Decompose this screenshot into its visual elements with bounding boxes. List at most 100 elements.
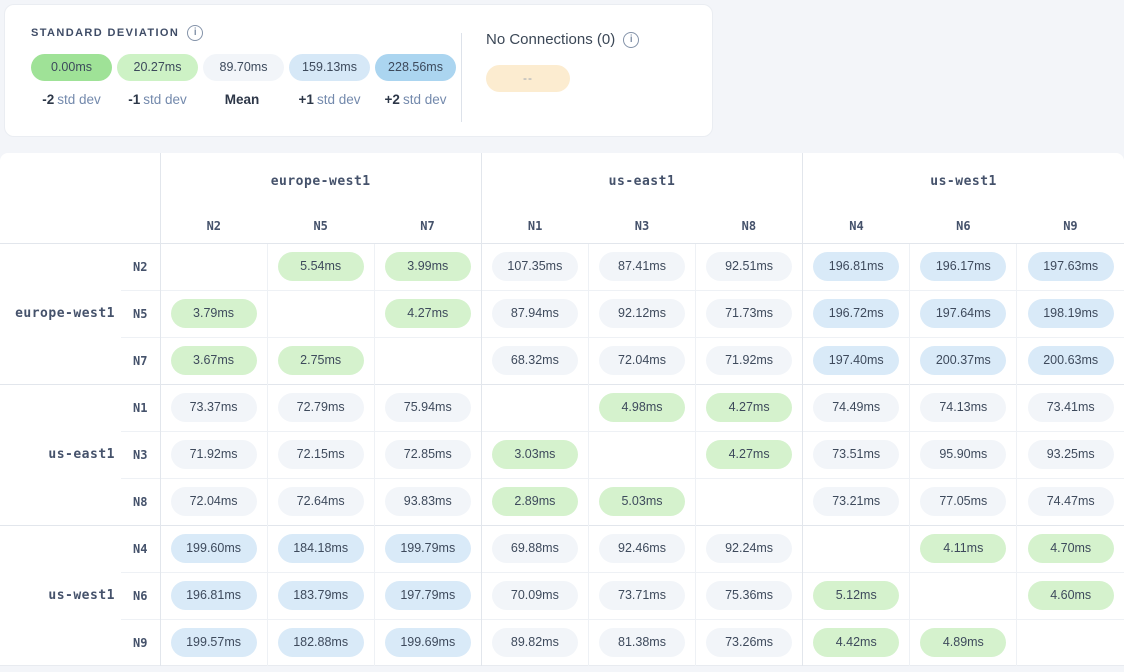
latency-pill[interactable]: 4.27ms bbox=[385, 299, 471, 328]
latency-pill[interactable]: 199.57ms bbox=[171, 628, 257, 657]
latency-cell-N2-N7: 3.99ms bbox=[374, 243, 481, 290]
info-icon[interactable]: i bbox=[623, 32, 639, 48]
latency-pill[interactable]: 107.35ms bbox=[492, 252, 578, 281]
latency-cell-N4-N6: 4.11ms bbox=[910, 525, 1017, 572]
latency-cell-N4-N3: 92.46ms bbox=[588, 525, 695, 572]
latency-pill[interactable]: 69.88ms bbox=[492, 534, 578, 563]
latency-cell-N1-N2: 73.37ms bbox=[160, 384, 267, 431]
latency-pill[interactable]: 74.49ms bbox=[813, 393, 899, 422]
latency-cell-N3-N8: 4.27ms bbox=[696, 431, 803, 478]
latency-pill[interactable]: 92.24ms bbox=[706, 534, 792, 563]
latency-pill[interactable]: 4.27ms bbox=[706, 440, 792, 469]
latency-pill[interactable]: 74.13ms bbox=[920, 393, 1006, 422]
row-region-header-us-west1: us-west1 bbox=[0, 525, 121, 666]
latency-pill[interactable]: 4.89ms bbox=[920, 628, 1006, 657]
latency-cell-N5-N3: 92.12ms bbox=[588, 290, 695, 337]
latency-pill[interactable]: 4.11ms bbox=[920, 534, 1006, 563]
latency-pill[interactable]: 71.92ms bbox=[706, 346, 792, 375]
latency-pill[interactable]: 184.18ms bbox=[278, 534, 364, 563]
latency-pill[interactable]: 3.99ms bbox=[385, 252, 471, 281]
latency-cell-N8-N1: 2.89ms bbox=[481, 478, 588, 525]
latency-pill[interactable]: 72.15ms bbox=[278, 440, 364, 469]
latency-pill[interactable]: 197.40ms bbox=[813, 346, 899, 375]
latency-pill[interactable]: 71.92ms bbox=[171, 440, 257, 469]
latency-pill[interactable]: 4.27ms bbox=[706, 393, 792, 422]
latency-pill[interactable]: 199.69ms bbox=[385, 628, 471, 657]
column-node-header-N7: N7 bbox=[374, 210, 481, 243]
row-node-header-N6: N6 bbox=[121, 572, 160, 619]
latency-cell-N4-N4 bbox=[803, 525, 910, 572]
latency-pill[interactable]: 72.85ms bbox=[385, 440, 471, 469]
latency-matrix-card: europe-west1us-east1us-west1N2N5N7N1N3N8… bbox=[0, 153, 1124, 666]
latency-pill[interactable]: 87.41ms bbox=[599, 252, 685, 281]
latency-pill[interactable]: 4.60ms bbox=[1028, 581, 1114, 610]
latency-pill[interactable]: 75.94ms bbox=[385, 393, 471, 422]
latency-pill[interactable]: 95.90ms bbox=[920, 440, 1006, 469]
latency-cell-N1-N4: 74.49ms bbox=[803, 384, 910, 431]
latency-pill[interactable]: 3.03ms bbox=[492, 440, 578, 469]
latency-cell-N1-N8: 4.27ms bbox=[696, 384, 803, 431]
latency-pill[interactable]: 183.79ms bbox=[278, 581, 364, 610]
latency-pill[interactable]: 72.64ms bbox=[278, 487, 364, 516]
latency-pill[interactable]: 75.36ms bbox=[706, 581, 792, 610]
latency-pill[interactable]: 93.25ms bbox=[1028, 440, 1114, 469]
latency-pill[interactable]: 72.79ms bbox=[278, 393, 364, 422]
latency-pill[interactable]: 197.64ms bbox=[920, 299, 1006, 328]
latency-pill[interactable]: 93.83ms bbox=[385, 487, 471, 516]
latency-pill[interactable]: 73.26ms bbox=[706, 628, 792, 657]
latency-cell-N1-N7: 75.94ms bbox=[374, 384, 481, 431]
latency-pill[interactable]: 71.73ms bbox=[706, 299, 792, 328]
latency-pill[interactable]: 92.51ms bbox=[706, 252, 792, 281]
latency-pill[interactable]: 2.89ms bbox=[492, 487, 578, 516]
latency-cell-N3-N6: 95.90ms bbox=[910, 431, 1017, 478]
latency-pill[interactable]: 4.98ms bbox=[599, 393, 685, 422]
latency-pill[interactable]: 197.79ms bbox=[385, 581, 471, 610]
latency-pill[interactable]: 73.37ms bbox=[171, 393, 257, 422]
latency-pill[interactable]: 5.54ms bbox=[278, 252, 364, 281]
latency-pill[interactable]: 81.38ms bbox=[599, 628, 685, 657]
latency-pill[interactable]: 182.88ms bbox=[278, 628, 364, 657]
latency-pill[interactable]: 73.51ms bbox=[813, 440, 899, 469]
latency-pill[interactable]: 87.94ms bbox=[492, 299, 578, 328]
latency-pill[interactable]: 73.41ms bbox=[1028, 393, 1114, 422]
latency-pill[interactable]: 68.32ms bbox=[492, 346, 578, 375]
latency-cell-N1-N5: 72.79ms bbox=[267, 384, 374, 431]
latency-pill[interactable]: 196.17ms bbox=[920, 252, 1006, 281]
latency-pill[interactable]: 77.05ms bbox=[920, 487, 1006, 516]
latency-pill[interactable]: 3.79ms bbox=[171, 299, 257, 328]
latency-pill[interactable]: 4.42ms bbox=[813, 628, 899, 657]
latency-pill[interactable]: 199.60ms bbox=[171, 534, 257, 563]
latency-pill[interactable]: 196.81ms bbox=[171, 581, 257, 610]
latency-pill[interactable]: 72.04ms bbox=[171, 487, 257, 516]
latency-pill[interactable]: 70.09ms bbox=[492, 581, 578, 610]
latency-pill[interactable]: 196.81ms bbox=[813, 252, 899, 281]
column-node-header-N2: N2 bbox=[160, 210, 267, 243]
latency-cell-N2-N5: 5.54ms bbox=[267, 243, 374, 290]
latency-pill[interactable]: 4.70ms bbox=[1028, 534, 1114, 563]
latency-pill[interactable]: 200.63ms bbox=[1028, 346, 1114, 375]
latency-pill[interactable]: 199.79ms bbox=[385, 534, 471, 563]
no-connections-pill: -- bbox=[486, 65, 570, 92]
latency-pill[interactable]: 74.47ms bbox=[1028, 487, 1114, 516]
latency-cell-N6-N7: 197.79ms bbox=[374, 572, 481, 619]
column-node-header-N1: N1 bbox=[481, 210, 588, 243]
latency-pill[interactable]: 5.12ms bbox=[813, 581, 899, 610]
latency-pill[interactable]: 200.37ms bbox=[920, 346, 1006, 375]
std-dev-legend: STANDARD DEVIATION i 0.00ms -2std dev 20… bbox=[5, 5, 461, 136]
latency-pill[interactable]: 196.72ms bbox=[813, 299, 899, 328]
std-dev-pill-mean: 89.70ms bbox=[203, 54, 284, 81]
latency-pill[interactable]: 197.63ms bbox=[1028, 252, 1114, 281]
latency-pill[interactable]: 3.67ms bbox=[171, 346, 257, 375]
info-icon[interactable]: i bbox=[187, 25, 203, 41]
latency-cell-N3-N7: 72.85ms bbox=[374, 431, 481, 478]
latency-pill[interactable]: 92.12ms bbox=[599, 299, 685, 328]
latency-pill[interactable]: 73.21ms bbox=[813, 487, 899, 516]
latency-cell-N5-N2: 3.79ms bbox=[160, 290, 267, 337]
latency-pill[interactable]: 72.04ms bbox=[599, 346, 685, 375]
latency-pill[interactable]: 5.03ms bbox=[599, 487, 685, 516]
latency-pill[interactable]: 198.19ms bbox=[1028, 299, 1114, 328]
latency-pill[interactable]: 89.82ms bbox=[492, 628, 578, 657]
latency-pill[interactable]: 92.46ms bbox=[599, 534, 685, 563]
latency-pill[interactable]: 73.71ms bbox=[599, 581, 685, 610]
latency-pill[interactable]: 2.75ms bbox=[278, 346, 364, 375]
